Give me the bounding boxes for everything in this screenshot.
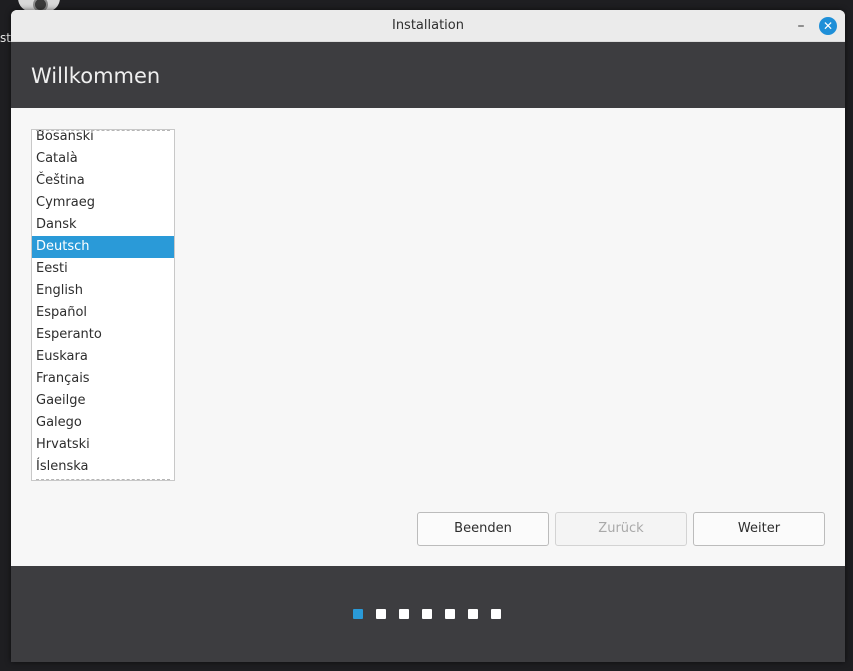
main-content: Bosanski Català Čeština Cymraeg Dansk Deutsch… (11, 108, 845, 566)
close-button[interactable]: ✕ (819, 17, 837, 35)
language-item[interactable]: Gaeilge (32, 390, 174, 412)
language-item[interactable]: Čeština (32, 170, 174, 192)
next-button[interactable]: Weiter (693, 512, 825, 546)
title-bar[interactable]: Installation – ✕ (11, 10, 845, 42)
language-item[interactable]: Euskara (32, 346, 174, 368)
language-item[interactable]: Hrvatski (32, 434, 174, 456)
minimize-button[interactable]: – (791, 16, 811, 36)
progress-dot (491, 609, 501, 619)
progress-dot (468, 609, 478, 619)
language-list[interactable]: Bosanski Català Čeština Cymraeg Dansk Deutsch… (31, 129, 175, 481)
progress-dot-active (353, 609, 363, 619)
language-item[interactable]: Català (32, 148, 174, 170)
progress-footer (11, 566, 845, 662)
back-button[interactable]: Zurück (555, 512, 687, 546)
language-item-selected[interactable]: Deutsch (32, 236, 174, 258)
language-item[interactable]: English (32, 280, 174, 302)
language-item[interactable]: Eesti (32, 258, 174, 280)
language-item[interactable]: Dansk (32, 214, 174, 236)
progress-dot (445, 609, 455, 619)
language-item[interactable]: Cymraeg (32, 192, 174, 214)
language-item[interactable]: Bosanski (32, 130, 174, 148)
window-title: Installation (391, 18, 464, 33)
language-item[interactable]: Galego (32, 412, 174, 434)
page-title: Willkommen (31, 64, 161, 88)
desktop-icon-label[interactable]: st (0, 31, 11, 45)
language-item[interactable]: Íslenska (32, 456, 174, 478)
quit-button[interactable]: Beenden (417, 512, 549, 546)
language-item[interactable]: Español (32, 302, 174, 324)
progress-dot (422, 609, 432, 619)
progress-dot (376, 609, 386, 619)
language-item[interactable]: Esperanto (32, 324, 174, 346)
language-item[interactable]: Français (32, 368, 174, 390)
progress-dot (399, 609, 409, 619)
page-header: Willkommen (11, 42, 845, 108)
installer-window: Installation – ✕ Willkommen Bosanski Cata… (11, 10, 845, 662)
